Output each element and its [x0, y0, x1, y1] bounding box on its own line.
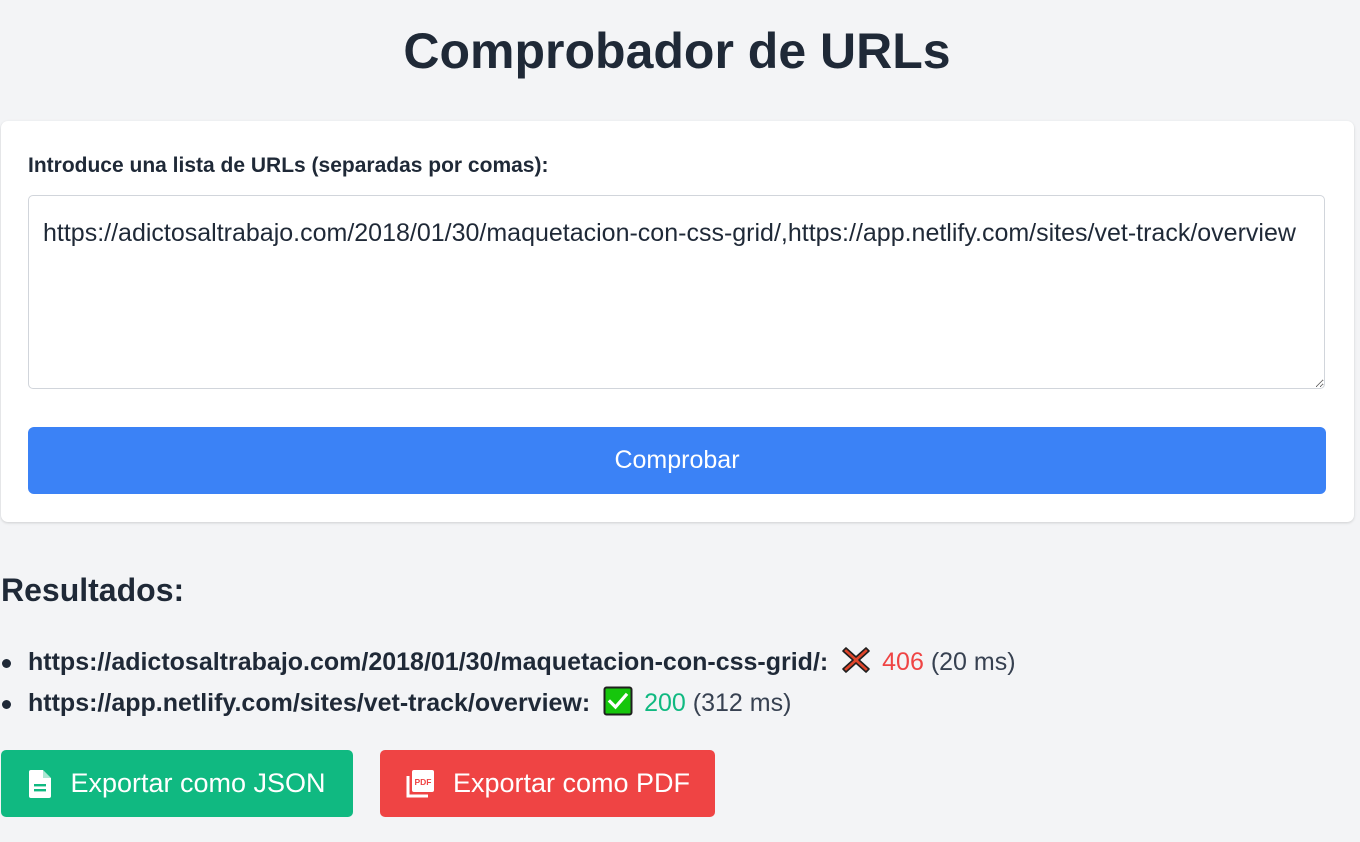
response-time: (312 ms) — [692, 689, 792, 717]
result-url: https://adictosaltrabajo.com/2018/01/30/… — [28, 648, 829, 676]
status-code: 200 — [644, 689, 686, 717]
export-json-label: Exportar como JSON — [70, 768, 326, 798]
url-form-card: Introduce una lista de URLs (separadas p… — [1, 121, 1354, 522]
check-button[interactable]: Comprobar — [28, 427, 1326, 494]
status-code: 406 — [882, 648, 924, 676]
response-time: (20 ms) — [930, 648, 1016, 676]
result-item: https://adictosaltrabajo.com/2018/01/30/… — [0, 642, 1016, 683]
page: Comprobador de URLs Introduce una lista … — [0, 0, 1360, 842]
results-list: https://adictosaltrabajo.com/2018/01/30/… — [0, 642, 1016, 724]
pdf-icon: PDF — [406, 769, 434, 797]
export-pdf-button[interactable]: PDF Exportar como PDF — [380, 750, 715, 817]
bullet — [2, 659, 11, 668]
svg-text:PDF: PDF — [414, 777, 431, 787]
check-mark-icon — [603, 686, 633, 716]
bullet — [2, 700, 11, 709]
page-title: Comprobador de URLs — [403, 23, 951, 79]
result-item: https://app.netlify.com/sites/vet-track/… — [0, 683, 1016, 724]
export-json-button[interactable]: Exportar como JSON — [1, 750, 353, 817]
cross-mark-icon — [842, 647, 870, 673]
url-list-textarea[interactable] — [28, 195, 1325, 389]
export-pdf-label: Exportar como PDF — [452, 768, 691, 798]
url-list-label: Introduce una lista de URLs (separadas p… — [28, 154, 549, 177]
results-heading: Resultados: — [1, 572, 185, 608]
result-url: https://app.netlify.com/sites/vet-track/… — [28, 689, 591, 717]
document-icon — [29, 769, 52, 798]
